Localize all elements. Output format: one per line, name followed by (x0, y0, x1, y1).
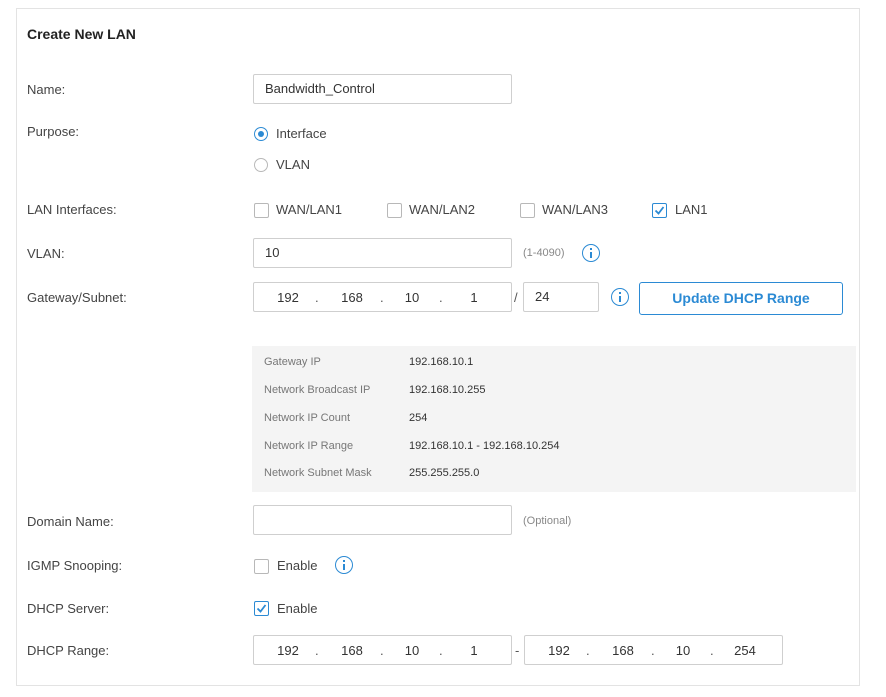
summary-gateway-ip-key: Gateway IP (264, 356, 321, 368)
wan-lan2-checkbox[interactable] (387, 203, 402, 218)
gateway-octet-3: 10 (404, 290, 420, 305)
vlan-info-icon[interactable] (582, 244, 600, 262)
domain-name-value (254, 512, 265, 527)
summary-ip-count-key: Network IP Count (264, 412, 351, 424)
dhcp-enable-checkbox[interactable] (254, 601, 269, 616)
summary-ip-count-value: 254 (409, 412, 428, 424)
dot-separator: . (315, 643, 319, 658)
dot-separator: . (586, 643, 590, 658)
gateway-subnet-label: Gateway/Subnet: (27, 290, 127, 305)
dhcp-server-label: DHCP Server: (27, 601, 110, 616)
gateway-octet-1: 192 (277, 290, 299, 305)
dhcp-range-end-input[interactable]: 192 . 168 . 10 . 254 (524, 635, 783, 665)
summary-gateway-ip-value: 192.168.10.1 (409, 356, 474, 368)
purpose-interface-radio[interactable] (254, 127, 268, 141)
dhcp-end-octet-3: 10 (675, 643, 691, 658)
purpose-vlan-label: VLAN (276, 157, 310, 172)
dhcp-end-octet-4: 254 (734, 643, 756, 658)
checkmark-icon (256, 604, 267, 613)
wan-lan3-label: WAN/LAN3 (542, 202, 608, 217)
dot-separator: . (380, 290, 384, 305)
name-label: Name: (27, 82, 66, 97)
dhcp-start-octet-1: 192 (277, 643, 299, 658)
name-input[interactable]: Bandwidth_Control (253, 74, 512, 104)
dot-separator: . (439, 643, 443, 658)
dot-separator: . (710, 643, 714, 658)
summary-ip-range-key: Network IP Range (264, 440, 354, 452)
domain-name-label: Domain Name: (27, 514, 114, 529)
domain-name-input[interactable] (253, 505, 512, 535)
domain-optional-hint: (Optional) (523, 515, 572, 527)
wan-lan3-checkbox[interactable] (520, 203, 535, 218)
subnet-mask-value: 24 (535, 289, 550, 304)
page-title: Create New LAN (27, 26, 136, 42)
lan1-checkbox[interactable] (652, 203, 667, 218)
dhcp-end-octet-1: 192 (548, 643, 570, 658)
lan1-label: LAN1 (675, 202, 708, 217)
wan-lan1-checkbox[interactable] (254, 203, 269, 218)
lan-interfaces-label: LAN Interfaces: (27, 202, 117, 217)
purpose-vlan-radio[interactable] (254, 158, 268, 172)
gateway-info-icon[interactable] (611, 288, 629, 306)
vlan-label: VLAN: (27, 246, 65, 261)
purpose-interface-label: Interface (276, 126, 327, 141)
dhcp-enable-label: Enable (277, 601, 318, 616)
summary-broadcast-ip-value: 192.168.10.255 (409, 384, 486, 396)
dot-separator: . (380, 643, 384, 658)
summary-broadcast-ip-key: Network Broadcast IP (264, 384, 371, 396)
gateway-octet-4: 1 (470, 290, 478, 305)
vlan-input-value: 10 (265, 245, 280, 260)
dhcp-range-separator: - (515, 643, 520, 658)
dhcp-range-label: DHCP Range: (27, 643, 110, 658)
igmp-snooping-label: IGMP Snooping: (27, 558, 123, 573)
summary-subnet-mask-key: Network Subnet Mask (264, 467, 372, 479)
igmp-enable-checkbox[interactable] (254, 559, 269, 574)
gateway-ip-input[interactable]: 192 . 168 . 10 . 1 (253, 282, 512, 312)
checkmark-icon (654, 206, 665, 215)
vlan-range-hint: (1-4090) (523, 247, 565, 259)
dot-separator: . (439, 290, 443, 305)
purpose-label: Purpose: (27, 124, 80, 139)
dhcp-start-octet-3: 10 (404, 643, 420, 658)
name-input-value: Bandwidth_Control (265, 81, 375, 96)
dot-separator: . (315, 290, 319, 305)
wan-lan1-label: WAN/LAN1 (276, 202, 342, 217)
vlan-input[interactable]: 10 (253, 238, 512, 268)
summary-ip-range-value: 192.168.10.1 - 192.168.10.254 (409, 440, 560, 452)
summary-subnet-mask-value: 255.255.255.0 (409, 467, 480, 479)
dot-separator: . (651, 643, 655, 658)
dhcp-start-octet-4: 1 (470, 643, 478, 658)
dhcp-range-start-input[interactable]: 192 . 168 . 10 . 1 (253, 635, 512, 665)
update-dhcp-range-button[interactable]: Update DHCP Range (639, 282, 843, 315)
gateway-octet-2: 168 (341, 290, 363, 305)
wan-lan2-label: WAN/LAN2 (409, 202, 475, 217)
subnet-mask-input[interactable]: 24 (523, 282, 599, 312)
igmp-enable-label: Enable (277, 558, 318, 573)
subnet-slash: / (514, 290, 518, 305)
dhcp-start-octet-2: 168 (341, 643, 363, 658)
igmp-info-icon[interactable] (335, 556, 353, 574)
dhcp-end-octet-2: 168 (612, 643, 634, 658)
